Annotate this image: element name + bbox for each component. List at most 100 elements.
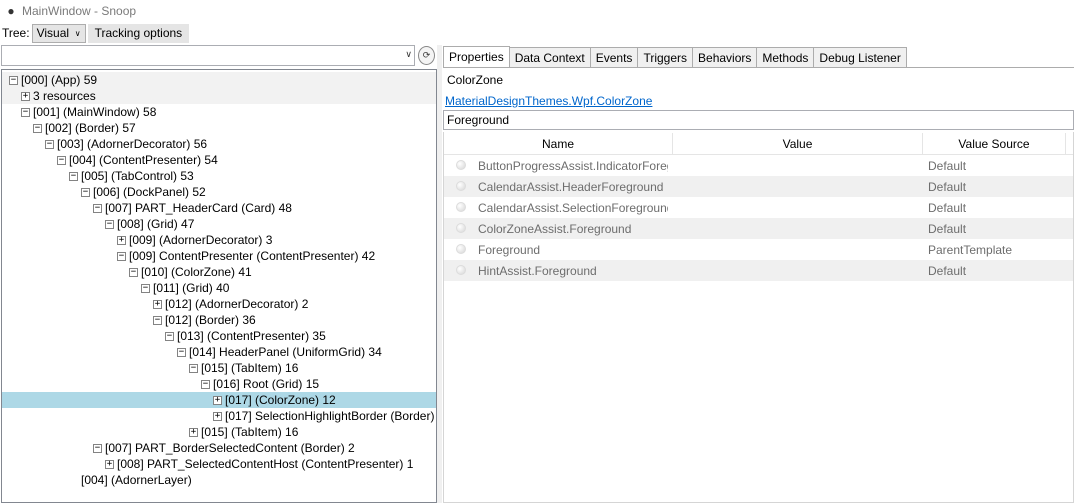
tree-node[interactable]: − [002] (Border) 57 — [2, 120, 436, 136]
tree-node[interactable]: + [012] (AdornerDecorator) 2 — [2, 296, 436, 312]
collapse-icon[interactable]: − — [9, 75, 18, 85]
chevron-down-icon[interactable]: ∨ — [405, 49, 412, 60]
selected-object-type-link[interactable]: MaterialDesignThemes.Wpf.ColorZone — [445, 94, 652, 108]
tree-node-label: [015] (TabItem) 16 — [201, 361, 299, 375]
title-bar: ● MainWindow - Snoop — [0, 0, 1074, 22]
tab-triggers[interactable]: Triggers — [638, 47, 694, 68]
tab-properties[interactable]: Properties — [443, 46, 510, 68]
tree-node[interactable]: − [007] PART_BorderSelectedContent (Borde… — [2, 440, 436, 456]
column-header-value[interactable]: Value — [673, 133, 923, 155]
tree-node-label: [008] (Grid) 47 — [117, 217, 195, 231]
property-filter-value: Foreground — [447, 113, 510, 127]
tree-node[interactable]: − [003] (AdornerDecorator) 56 — [2, 136, 436, 152]
expand-icon[interactable]: + — [189, 427, 198, 437]
property-row[interactable]: CalendarAssist.HeaderForeground Default — [444, 176, 1073, 197]
column-header-name[interactable]: Name — [444, 133, 673, 155]
visual-tree[interactable]: − [000] (App) 59 +3 resources − [001] (MainW… — [1, 69, 437, 503]
tree-node-label: [012] (Border) 36 — [165, 313, 256, 327]
tab-methods[interactable]: Methods — [757, 47, 815, 68]
tree-node-label: [007] PART_BorderSelectedContent (Border… — [105, 441, 355, 455]
tree-node-label: [000] (App) 59 — [21, 73, 98, 87]
tree-node[interactable]: − [000] (App) 59 — [2, 72, 436, 88]
property-grid: Name Value Value Source ButtonProgressAs… — [443, 132, 1074, 503]
tree-node[interactable]: + [009] (AdornerDecorator) 3 — [2, 232, 436, 248]
collapse-icon[interactable]: − — [69, 171, 78, 181]
tab-events[interactable]: Events — [590, 47, 639, 68]
tree-node[interactable]: + [008] PART_SelectedContentHost (Content… — [2, 456, 436, 472]
tree-node[interactable]: − [015] (TabItem) 16 — [2, 360, 436, 376]
collapse-icon[interactable]: − — [189, 363, 198, 373]
tree-node[interactable]: − [016] Root (Grid) 15 — [2, 376, 436, 392]
tree-mode-select[interactable]: Visual ∨ — [31, 23, 86, 43]
tree-node[interactable]: − [008] (Grid) 47 — [2, 216, 436, 232]
property-row[interactable]: Foreground ParentTemplate — [444, 239, 1073, 260]
tree-node[interactable]: − [004] (ContentPresenter) 54 — [2, 152, 436, 168]
collapse-icon[interactable]: − — [141, 283, 150, 293]
property-value-source: Default — [928, 179, 967, 194]
tab-data-context[interactable]: Data Context — [509, 47, 591, 68]
property-value[interactable] — [678, 197, 918, 218]
collapse-icon[interactable]: − — [129, 267, 138, 277]
tree-node[interactable]: − [005] (TabControl) 53 — [2, 168, 436, 184]
tab-behaviors[interactable]: Behaviors — [693, 47, 758, 68]
collapse-icon[interactable]: − — [153, 315, 162, 325]
property-value[interactable] — [678, 218, 918, 239]
tree-node[interactable]: − [006] (DockPanel) 52 — [2, 184, 436, 200]
tree-node[interactable]: +3 resources — [2, 88, 436, 104]
column-header-value-source[interactable]: Value Source — [923, 133, 1066, 155]
tree-node[interactable]: − [012] (Border) 36 — [2, 312, 436, 328]
tree-node[interactable]: − [009] ContentPresenter (ContentPresente… — [2, 248, 436, 264]
pane-splitter[interactable] — [437, 45, 442, 503]
tree-filter-input[interactable]: ∨ — [1, 45, 415, 66]
collapse-icon[interactable]: − — [93, 203, 102, 213]
expand-icon[interactable]: + — [213, 411, 222, 421]
collapse-icon[interactable]: − — [201, 379, 210, 389]
collapse-icon[interactable]: − — [117, 251, 126, 261]
property-value[interactable] — [678, 176, 918, 197]
collapse-icon[interactable]: − — [21, 107, 30, 117]
property-row[interactable]: ColorZoneAssist.Foreground Default — [444, 218, 1073, 239]
tree-node[interactable]: + [017] SelectionHighlightBorder (Border)… — [2, 408, 436, 424]
collapse-icon[interactable]: − — [57, 155, 66, 165]
property-row[interactable]: CalendarAssist.SelectionForeground Defaul… — [444, 197, 1073, 218]
expand-icon[interactable]: + — [213, 395, 222, 405]
expand-icon[interactable]: + — [117, 235, 126, 245]
tree-mode-value: Visual — [36, 26, 70, 40]
property-value[interactable] — [678, 260, 918, 281]
property-row[interactable]: HintAssist.Foreground Default — [444, 260, 1073, 281]
tree-node-label: [017] SelectionHighlightBorder (Border) … — [225, 409, 437, 423]
tracking-options-button[interactable]: Tracking options — [87, 23, 190, 43]
property-value[interactable] — [678, 155, 918, 176]
tree-node-label: [004] (ContentPresenter) 54 — [69, 153, 218, 167]
collapse-icon[interactable]: − — [45, 139, 54, 149]
property-indicator-icon — [456, 223, 466, 233]
expand-icon[interactable]: + — [105, 459, 114, 469]
tree-node[interactable]: + [015] (TabItem) 16 — [2, 424, 436, 440]
property-filter-input[interactable]: Foreground — [443, 110, 1074, 130]
tree-node[interactable]: − [011] (Grid) 40 — [2, 280, 436, 296]
collapse-icon[interactable]: − — [177, 347, 186, 357]
tree-node[interactable]: − [013] (ContentPresenter) 35 — [2, 328, 436, 344]
tree-node-label: [017] (ColorZone) 12 — [225, 393, 336, 407]
expand-icon[interactable]: + — [21, 91, 30, 101]
collapse-icon[interactable]: − — [165, 331, 174, 341]
collapse-icon[interactable]: − — [93, 443, 102, 453]
tree-node[interactable]: − [010] (ColorZone) 41 — [2, 264, 436, 280]
tree-node[interactable]: − [007] PART_HeaderCard (Card) 48 — [2, 200, 436, 216]
tree-node-label: [006] (DockPanel) 52 — [93, 185, 206, 199]
property-value-source: Default — [928, 158, 967, 173]
tree-node[interactable]: − [014] HeaderPanel (UniformGrid) 34 — [2, 344, 436, 360]
collapse-icon[interactable]: − — [33, 123, 42, 133]
property-row[interactable]: ButtonProgressAssist.IndicatorForeground… — [444, 155, 1073, 176]
tree-node-label: [010] (ColorZone) 41 — [141, 265, 252, 279]
tree-node[interactable]: [004] (AdornerLayer) — [2, 472, 436, 488]
expand-icon[interactable]: + — [153, 299, 162, 309]
tree-node[interactable]: − [001] (MainWindow) 58 — [2, 104, 436, 120]
collapse-icon[interactable]: − — [81, 187, 90, 197]
collapse-icon[interactable]: − — [105, 219, 114, 229]
tree-node-label: [009] ContentPresenter (ContentPresenter… — [129, 249, 376, 263]
tree-node[interactable]: + [017] (ColorZone) 12 — [2, 392, 436, 408]
tab-debug-listener[interactable]: Debug Listener — [814, 47, 907, 68]
property-value[interactable] — [678, 239, 918, 260]
clear-filter-icon[interactable]: ⟳ — [418, 46, 435, 65]
